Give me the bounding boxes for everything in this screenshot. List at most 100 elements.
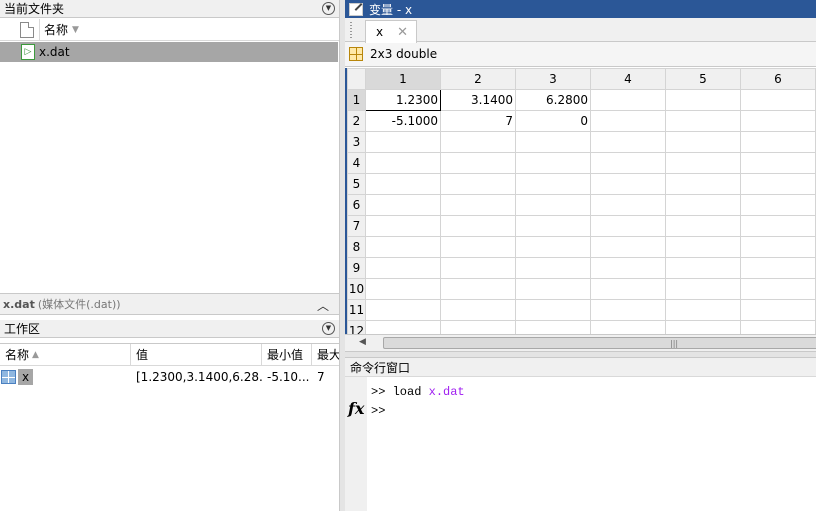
cell[interactable] xyxy=(665,236,741,258)
cell[interactable] xyxy=(740,152,816,174)
command-window[interactable]: 命令行窗口 fx >> load x.dat >> xyxy=(345,358,816,511)
details-bar[interactable]: x.dat (媒体文件(.dat)) ︿ xyxy=(0,293,339,315)
ws-col-min[interactable]: 最小值 xyxy=(262,344,312,365)
cell[interactable] xyxy=(740,131,816,153)
name-column-header[interactable]: 名称 xyxy=(44,21,68,38)
column-header[interactable]: 1 xyxy=(365,68,441,90)
cell[interactable] xyxy=(440,299,516,321)
column-header[interactable]: 4 xyxy=(590,68,666,90)
cell[interactable] xyxy=(665,110,741,132)
cell[interactable] xyxy=(440,215,516,237)
scroll-left-icon[interactable]: ◀ xyxy=(359,337,366,347)
table-row[interactable]: x [1.2300,3.1400,6.28... -5.10... 7 xyxy=(0,366,339,388)
cell[interactable] xyxy=(440,152,516,174)
sort-desc-icon[interactable]: ▼ xyxy=(72,25,79,35)
row-header[interactable]: 2 xyxy=(347,110,366,132)
cell[interactable] xyxy=(665,320,741,334)
cell[interactable] xyxy=(665,194,741,216)
cell[interactable] xyxy=(590,236,666,258)
command-window-header[interactable]: 命令行窗口 xyxy=(345,358,816,377)
cell[interactable] xyxy=(365,257,441,279)
cell[interactable] xyxy=(515,278,591,300)
current-folder-header[interactable]: 当前文件夹 ▼ xyxy=(0,0,339,18)
cell[interactable] xyxy=(515,236,591,258)
cell[interactable] xyxy=(515,131,591,153)
row-header[interactable]: 8 xyxy=(347,236,366,258)
cell[interactable] xyxy=(590,89,666,111)
cell[interactable] xyxy=(665,89,741,111)
row-header[interactable]: 7 xyxy=(347,215,366,237)
cell[interactable] xyxy=(740,173,816,195)
cell[interactable] xyxy=(365,278,441,300)
collapse-up-icon[interactable]: ︿ xyxy=(317,297,329,314)
scroll-thumb[interactable]: ||| xyxy=(383,337,816,349)
cell[interactable] xyxy=(440,320,516,334)
cell[interactable] xyxy=(665,257,741,279)
cell[interactable] xyxy=(665,152,741,174)
cell[interactable]: 3.1400 xyxy=(440,89,516,111)
cell[interactable] xyxy=(440,131,516,153)
panel-menu-icon[interactable]: ▼ xyxy=(322,2,335,15)
cell[interactable]: 7 xyxy=(440,110,516,132)
row-header[interactable]: 5 xyxy=(347,173,366,195)
cell[interactable] xyxy=(515,173,591,195)
cell[interactable] xyxy=(590,257,666,279)
cell[interactable] xyxy=(515,257,591,279)
cell[interactable] xyxy=(740,278,816,300)
cell[interactable] xyxy=(590,299,666,321)
cell[interactable] xyxy=(515,320,591,334)
row-header[interactable]: 3 xyxy=(347,131,366,153)
variable-editor-titlebar[interactable]: 变量 - x xyxy=(345,0,816,18)
row-header[interactable]: 10 xyxy=(347,278,366,300)
horizontal-scrollbar[interactable]: ◀ ||| xyxy=(345,334,816,351)
cell[interactable] xyxy=(365,215,441,237)
row-header[interactable]: 9 xyxy=(347,257,366,279)
cell[interactable] xyxy=(590,194,666,216)
file-row[interactable]: ▷ x.dat xyxy=(0,42,338,62)
row-header[interactable]: 6 xyxy=(347,194,366,216)
workspace-header[interactable]: 工作区 ▼ xyxy=(0,320,339,338)
column-header[interactable]: 5 xyxy=(665,68,741,90)
row-header[interactable]: 4 xyxy=(347,152,366,174)
cell[interactable] xyxy=(365,299,441,321)
cell[interactable] xyxy=(740,194,816,216)
cell[interactable] xyxy=(590,173,666,195)
cell[interactable] xyxy=(665,215,741,237)
cell[interactable] xyxy=(515,152,591,174)
horizontal-splitter[interactable] xyxy=(345,351,816,358)
cell[interactable]: 1.2300 xyxy=(365,89,441,111)
cell[interactable] xyxy=(515,215,591,237)
cell[interactable] xyxy=(515,299,591,321)
row-header[interactable]: 12 xyxy=(347,320,366,334)
column-header[interactable]: 3 xyxy=(515,68,591,90)
cell[interactable] xyxy=(590,320,666,334)
command-input-line[interactable]: >> xyxy=(371,402,465,421)
column-header[interactable]: 2 xyxy=(440,68,516,90)
cell[interactable] xyxy=(740,320,816,334)
ws-col-name[interactable]: 名称 ▲ xyxy=(0,344,131,365)
cell[interactable] xyxy=(365,131,441,153)
tab-x[interactable]: x ✕ xyxy=(365,20,417,43)
cell[interactable] xyxy=(440,173,516,195)
cell[interactable] xyxy=(365,152,441,174)
cell[interactable] xyxy=(665,173,741,195)
cell[interactable] xyxy=(665,131,741,153)
cell[interactable]: 6.2800 xyxy=(515,89,591,111)
cell[interactable] xyxy=(590,278,666,300)
cell[interactable] xyxy=(740,236,816,258)
cell[interactable] xyxy=(440,257,516,279)
cell[interactable] xyxy=(515,194,591,216)
cell[interactable] xyxy=(365,320,441,334)
function-browser-icon[interactable]: fx xyxy=(348,399,364,418)
cell[interactable] xyxy=(440,194,516,216)
cell[interactable] xyxy=(365,194,441,216)
cell[interactable] xyxy=(740,299,816,321)
cell[interactable] xyxy=(740,110,816,132)
cell[interactable] xyxy=(365,236,441,258)
row-header[interactable]: 11 xyxy=(347,299,366,321)
ws-col-value[interactable]: 值 xyxy=(131,344,262,365)
corner-cell[interactable] xyxy=(347,68,366,90)
cell[interactable] xyxy=(590,131,666,153)
cell[interactable] xyxy=(665,278,741,300)
cell[interactable] xyxy=(440,278,516,300)
